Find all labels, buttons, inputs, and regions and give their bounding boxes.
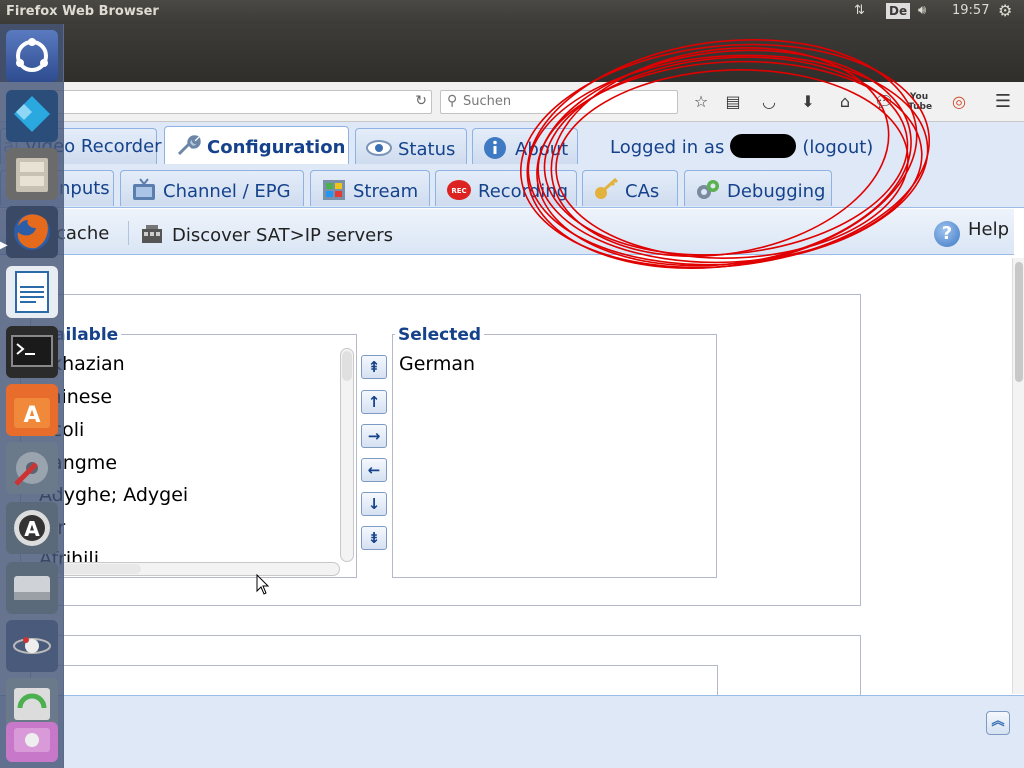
browser-navbar: ↻ ⚲ Suchen ☆ ▤ ◡ ⬇ ⌂ 💬︎ You Tube ◎ ☰ (0, 82, 1024, 122)
bottom-panel: ︽ (0, 695, 1024, 768)
mouse-pointer-icon (256, 574, 270, 595)
chat-icon[interactable]: 💬︎ (873, 91, 895, 113)
app-title: Firefox Web Browser (6, 4, 159, 19)
login-status: Logged in as (logout) (610, 134, 873, 158)
tab-cas[interactable]: CAs (582, 170, 678, 206)
system-top-bar: Firefox Web Browser ⇅ De 🔊︎ 19:57 ⚙ (0, 0, 1024, 24)
ubuntu-dash-icon[interactable] (6, 30, 58, 82)
menu-hamburger-icon[interactable]: ☰ (992, 91, 1014, 113)
tab-channel-epg[interactable]: Channel / EPG (120, 170, 304, 206)
move-up-button[interactable]: ↑ (361, 390, 387, 414)
settings-gear-icon[interactable]: ⚙ (998, 1, 1012, 20)
toolbar-separator (128, 221, 129, 245)
help-button[interactable]: ? Help (934, 219, 1009, 247)
move-down-button[interactable]: ↓ (361, 492, 387, 516)
tab-configuration[interactable]: Configuration (164, 126, 349, 164)
active-app-indicator: ▶ (0, 240, 8, 251)
tab-status-label: Status (398, 139, 456, 160)
discover-satip-button[interactable]: Discover SAT>IP servers (140, 223, 393, 246)
tab-recording-label: Recording (478, 181, 569, 202)
pocket-icon[interactable]: ◡ (758, 91, 780, 113)
debug-gears-icon (697, 180, 719, 199)
help-icon: ? (934, 221, 960, 247)
writer-icon[interactable] (6, 266, 58, 318)
rec-icon: REC (447, 180, 471, 200)
selected-item[interactable]: German (399, 353, 475, 375)
eye-icon (366, 140, 392, 156)
tvheadend-page: al Video Recorder Configuration Status A… (0, 122, 1024, 768)
tab-stream-label: Stream (353, 181, 419, 202)
tv-icon (133, 178, 155, 200)
vertical-scroll-thumb[interactable] (342, 351, 352, 381)
move-to-bottom-button[interactable]: ⇟ (361, 526, 387, 550)
bookmark-star-icon[interactable]: ☆ (690, 91, 712, 113)
horizontal-scroll-thumb[interactable] (59, 564, 141, 574)
tab-channel-epg-label: Channel / EPG (163, 181, 291, 202)
url-bar[interactable]: ↻ (40, 90, 432, 114)
software-center-icon[interactable]: A (6, 384, 58, 436)
selected-languages-list[interactable]: German (392, 334, 717, 578)
tab-about[interactable]: About (472, 128, 578, 164)
logout-link[interactable]: (logout) (802, 137, 873, 158)
search-icon: ⚲ (447, 93, 458, 109)
satip-server-icon (142, 225, 162, 243)
tab-cas-label: CAs (625, 181, 660, 202)
youtube-icon[interactable]: You Tube (908, 91, 932, 113)
svg-text:A: A (24, 517, 40, 541)
network-transfer-icon[interactable]: ⇅ (854, 3, 865, 18)
config-toolbar: cache Discover SAT>IP servers ? Help (0, 209, 1014, 255)
volume-icon[interactable]: 🔊︎ (918, 3, 926, 18)
search-input[interactable]: ⚲ Suchen (440, 90, 678, 114)
disk-icon[interactable] (6, 562, 58, 614)
tab-configuration-label: Configuration (207, 137, 346, 158)
logged-in-label: Logged in as (610, 137, 725, 158)
tab-stream[interactable]: Stream (310, 170, 430, 206)
tab-debugging[interactable]: Debugging (684, 170, 832, 206)
wrench-icon (177, 135, 201, 156)
firefox-icon[interactable] (6, 206, 58, 258)
available-vertical-scrollbar[interactable] (340, 348, 354, 562)
available-horizontal-scrollbar[interactable] (58, 562, 340, 576)
tab-about-label: About (515, 139, 569, 160)
config-subtab-row: nputs Channel / EPG Stream REC Recording … (0, 164, 1024, 208)
files-icon[interactable] (6, 148, 58, 200)
help-label: Help (968, 219, 1010, 240)
dvd-burner-icon[interactable] (6, 722, 58, 762)
terminal-icon[interactable] (6, 326, 58, 378)
discover-satip-label: Discover SAT>IP servers (172, 225, 393, 246)
system-settings-icon[interactable] (6, 442, 58, 494)
stream-icon (323, 180, 345, 200)
move-to-top-button[interactable]: ⇞ (361, 355, 387, 379)
collapse-chevron-up-icon[interactable]: ︽ (986, 711, 1010, 735)
tab-status[interactable]: Status (355, 128, 467, 164)
svg-text:REC: REC (451, 187, 466, 195)
unity-launcher: A A ▶ (0, 24, 64, 768)
download-icon[interactable]: ⬇ (797, 91, 819, 113)
reading-list-icon[interactable]: ▤ (722, 91, 744, 113)
reload-icon[interactable]: ↻ (415, 93, 427, 109)
lifebuoy-icon[interactable]: ◎ (948, 91, 970, 113)
network-app-icon[interactable] (6, 620, 58, 672)
keyboard-layout-indicator[interactable]: De (886, 3, 911, 19)
key-icon (595, 178, 619, 199)
remove-selected-button[interactable]: ← (361, 458, 387, 482)
search-placeholder: Suchen (463, 94, 512, 109)
home-icon[interactable]: ⌂ (834, 91, 856, 113)
browser-tab-strip (0, 24, 1024, 82)
available-languages-list[interactable]: bkhazianchineseAcolidangmeAdyghe; Adygei… (20, 334, 357, 578)
tab-recording[interactable]: REC Recording (435, 170, 577, 206)
info-icon (484, 137, 506, 159)
tab-debugging-label: Debugging (727, 181, 826, 202)
tab-inputs-label: nputs (59, 178, 110, 199)
add-selected-button[interactable]: → (361, 424, 387, 448)
main-tab-row: al Video Recorder Configuration Status A… (0, 122, 1024, 164)
page-scrollbar[interactable] (1012, 258, 1024, 694)
svg-text:A: A (23, 403, 40, 428)
kodi-icon[interactable] (6, 90, 58, 142)
page-scroll-thumb[interactable] (1015, 262, 1023, 382)
redacted-username (730, 134, 797, 158)
clock[interactable]: 19:57 (952, 3, 989, 18)
software-updater-icon[interactable]: A (6, 502, 58, 554)
selected-label: Selected (395, 325, 485, 345)
